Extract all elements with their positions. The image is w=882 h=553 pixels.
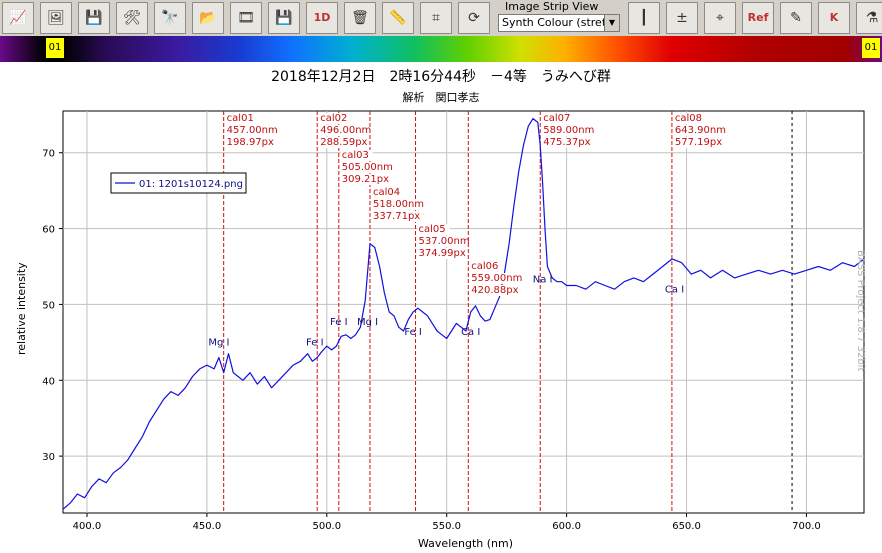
calibration-label: 505.00nm: [342, 162, 393, 173]
calibration-label: cal02: [320, 113, 347, 124]
calibration-label: 475.37px: [543, 137, 590, 148]
calibration-label: 643.90nm: [675, 125, 726, 136]
y-tick-label: 30: [42, 452, 55, 463]
calibration-label: 496.00nm: [320, 125, 371, 136]
line-annotation: Mg I: [357, 317, 378, 328]
calibration-label: cal05: [419, 224, 446, 235]
calibration-label: 309.21px: [342, 174, 389, 185]
calibration-label: cal07: [543, 113, 570, 124]
x-tick-label: 650.0: [672, 521, 701, 532]
x-axis-title: Wavelength (nm): [418, 537, 514, 550]
x-tick-label: 550.0: [432, 521, 461, 532]
plot-frame: [62, 110, 865, 514]
calibration-label: 288.59px: [320, 137, 367, 148]
spectrum-chart[interactable]: 400.0 450.0 500.0 550.0 600.0 650.0 700.0 30 40 5…: [0, 0, 882, 553]
line-annotation: Fe I: [330, 317, 348, 328]
calibration-label: 589.00nm: [543, 125, 594, 136]
calibration-label: 457.00nm: [227, 125, 278, 136]
y-tick-label: 50: [42, 300, 55, 311]
calibration-label: cal04: [373, 187, 400, 198]
calibration-label: 420.88px: [471, 285, 518, 296]
calibration-label: cal03: [342, 150, 369, 161]
line-annotation: Fe I: [404, 327, 422, 338]
legend-label: 01: 1201s10124.png: [139, 179, 243, 190]
x-tick-label: 450.0: [193, 521, 222, 532]
line-annotation: Ca I: [461, 327, 480, 338]
calibration-label: 537.00nm: [419, 236, 470, 247]
calibration-label: 337.71px: [373, 211, 420, 222]
calibration-label: 518.00nm: [373, 199, 424, 210]
calibration-label: 577.19px: [675, 137, 722, 148]
x-tick-label: 600.0: [552, 521, 581, 532]
y-tick-label: 60: [42, 225, 55, 236]
calibration-label: 198.97px: [227, 137, 274, 148]
calibration-label: 374.99px: [419, 248, 466, 259]
y-axis-title: relative intensity: [15, 262, 28, 355]
y-tick-label: 40: [42, 376, 55, 387]
x-tick-label: 700.0: [792, 521, 821, 532]
x-tick-label: 400.0: [73, 521, 102, 532]
line-annotation: Mg I: [208, 337, 229, 348]
line-annotation: Fe I: [306, 337, 324, 348]
calibration-label: cal01: [227, 113, 254, 124]
line-annotation: Ca I: [665, 284, 684, 295]
line-annotation: Na I: [533, 274, 553, 285]
y-tick-label: 70: [42, 149, 55, 160]
calibration-label: 559.00nm: [471, 273, 522, 284]
version-watermark: BASS Project 1.8.7 32bit: [855, 250, 866, 372]
calibration-label: cal08: [675, 113, 702, 124]
calibration-label: cal06: [471, 261, 498, 272]
x-tick-label: 500.0: [312, 521, 341, 532]
